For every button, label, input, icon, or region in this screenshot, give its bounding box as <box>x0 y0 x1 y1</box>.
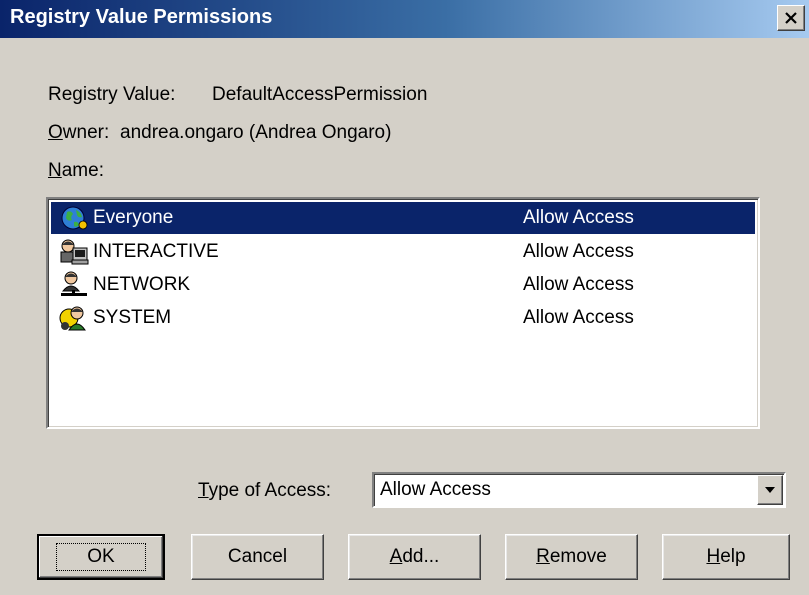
registry-value-label: Registry Value: <box>48 84 176 105</box>
list-item-access: Allow Access <box>523 274 634 295</box>
owner-value: andrea.ongaro (Andrea Ongaro) <box>120 122 392 143</box>
list-item-interactive[interactable]: INTERACTIVE Allow Access <box>51 236 755 268</box>
list-item-name: Everyone <box>93 207 174 228</box>
registry-value: DefaultAccessPermission <box>212 84 428 105</box>
cancel-button-label: Cancel <box>227 546 288 567</box>
chevron-down-icon <box>765 487 775 493</box>
add-button[interactable]: Add... <box>348 534 481 580</box>
cancel-button[interactable]: Cancel <box>191 534 324 580</box>
remove-button[interactable]: Remove <box>505 534 638 580</box>
owner-label: Owner: <box>48 122 110 143</box>
help-button-label: Help <box>706 546 746 567</box>
interactive-users-icon <box>60 239 89 265</box>
list-item-name: SYSTEM <box>93 307 172 328</box>
help-button[interactable]: Help <box>662 534 790 580</box>
list-item-access: Allow Access <box>523 241 634 262</box>
list-item-everyone[interactable]: Everyone Allow Access <box>51 202 755 234</box>
globe-icon <box>61 206 88 230</box>
type-of-access-value: Allow Access <box>380 479 491 500</box>
name-label: Name: <box>48 160 104 181</box>
remove-button-label: Remove <box>536 546 607 567</box>
ok-button-label: OK <box>56 543 146 571</box>
list-item-system[interactable]: SYSTEM Allow Access <box>51 302 755 334</box>
list-item-access: Allow Access <box>523 207 634 228</box>
add-button-label: Add... <box>389 546 440 567</box>
dropdown-button[interactable] <box>757 475 783 505</box>
window-title: Registry Value Permissions <box>10 6 273 28</box>
names-listbox[interactable]: Everyone Allow Access INTERACTIVE Allow … <box>46 197 760 429</box>
system-users-icon <box>59 306 86 331</box>
type-of-access-select[interactable]: Allow Access <box>372 472 786 508</box>
network-user-icon <box>61 271 87 296</box>
close-icon <box>785 12 797 24</box>
close-button[interactable] <box>777 5 805 31</box>
list-item-name: NETWORK <box>93 274 191 295</box>
title-bar: Registry Value Permissions <box>0 0 809 38</box>
list-item-name: INTERACTIVE <box>93 241 219 262</box>
list-item-access: Allow Access <box>523 307 634 328</box>
list-item-network[interactable]: NETWORK Allow Access <box>51 269 755 301</box>
type-of-access-label: Type of Access: <box>198 480 332 501</box>
ok-button[interactable]: OK <box>37 534 165 580</box>
